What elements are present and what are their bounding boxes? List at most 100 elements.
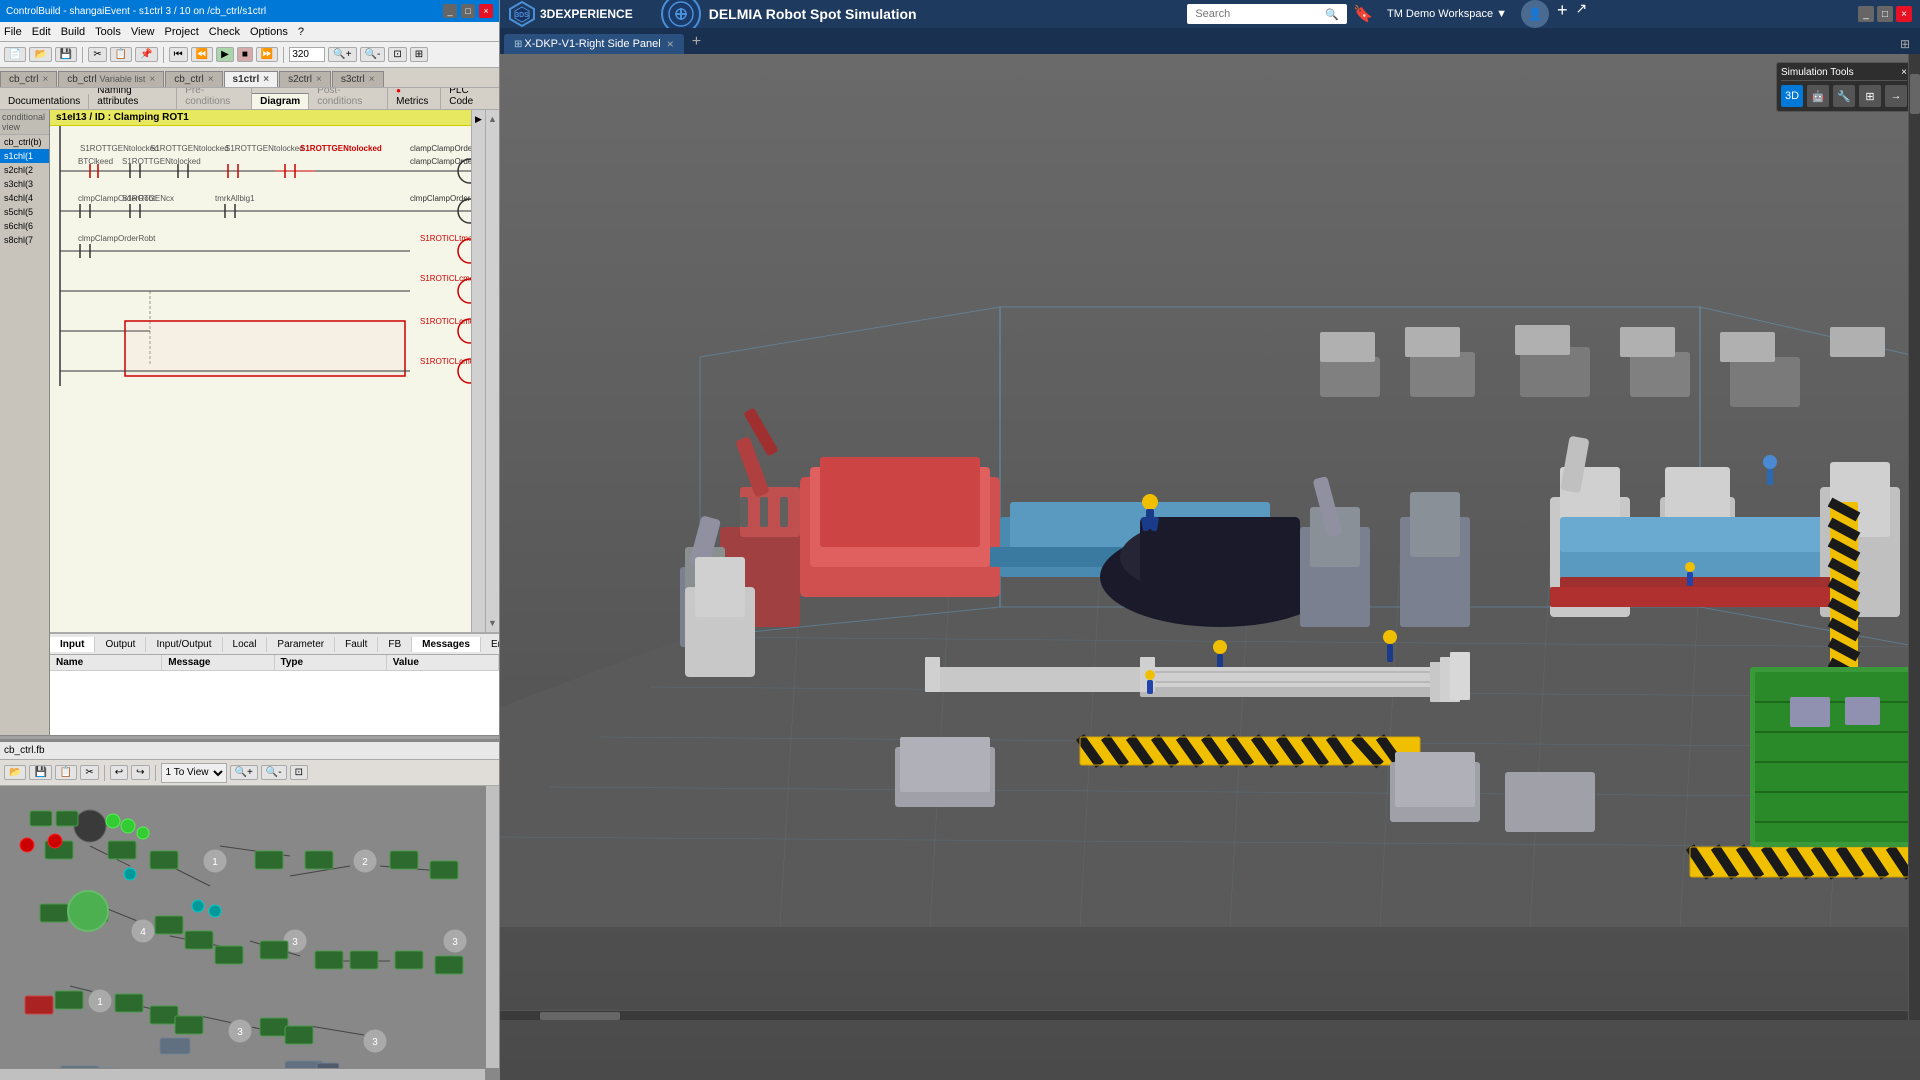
search-icon[interactable]: 🔍 [1325,8,1339,21]
menu-tools[interactable]: Tools [95,26,121,38]
sim-tools-close[interactable]: × [1901,67,1907,78]
view-select[interactable]: 1 To View 2 To View [161,763,227,783]
btb-undo[interactable]: ↩ [110,765,128,780]
sim-tool-3d[interactable]: 3D [1781,85,1803,107]
menu-options[interactable]: Options [250,26,288,38]
doctab-diagram[interactable]: Diagram [252,93,309,109]
tb-copy[interactable]: 📋 [110,47,132,62]
subtab-fb[interactable]: FB [378,637,412,652]
btb-open[interactable]: 📂 [4,765,26,780]
btb-copy[interactable]: 📋 [55,765,77,780]
maximize-button[interactable]: □ [461,4,475,18]
subtab-messages[interactable]: Messages [412,637,481,652]
dex-tab-expand-icon[interactable]: ⊞ [1894,34,1916,54]
svg-text:tmrkAllbig1: tmrkAllbig1 [215,194,255,203]
dex-add-tab[interactable]: + [684,30,709,54]
dex-close[interactable]: × [1896,6,1912,22]
col-type: Type [275,655,387,670]
bottom-scroll-v[interactable] [485,786,499,1068]
viewport-scrollbar-v[interactable] [1908,54,1920,1020]
minimize-button[interactable]: _ [443,4,457,18]
btb-fit[interactable]: ⊡ [290,765,308,780]
menu-edit[interactable]: Edit [32,26,51,38]
tb-zoomin[interactable]: 🔍+ [328,47,356,62]
doctab-metrics[interactable]: ● Metrics [388,88,441,109]
tab-s2ctrl[interactable]: s2ctrl× [279,71,331,87]
menu-project[interactable]: Project [165,26,199,38]
workspace-selector[interactable]: TM Demo Workspace ▼ [1387,8,1507,20]
doctab-documentations[interactable]: Documentations [0,94,89,109]
bottom-scroll-h[interactable] [0,1068,485,1080]
tb-cut[interactable]: ✂ [88,47,106,62]
btb-zoomin[interactable]: 🔍+ [230,765,258,780]
scroll-expand[interactable]: ▶ [471,110,485,632]
menu-check[interactable]: Check [209,26,240,38]
menu-view[interactable]: View [131,26,155,38]
btb-redo[interactable]: ↪ [131,765,149,780]
sim-tool-wrench[interactable]: 🔧 [1833,85,1855,107]
viewport-scrollbar-h[interactable] [500,1010,1908,1020]
user-icon[interactable]: 👤 [1521,0,1549,28]
subtab-parameter[interactable]: Parameter [267,637,335,652]
tb-open[interactable]: 📂 [29,47,51,62]
doctab-plccode[interactable]: PLC Code [441,88,499,109]
close-button[interactable]: × [479,4,493,18]
tree-item-s3chl[interactable]: s3chl(3 [0,177,49,191]
subtab-output[interactable]: Output [95,637,146,652]
btb-save[interactable]: 💾 [29,765,51,780]
subtab-errors[interactable]: Errors [481,637,499,652]
tab-varlist[interactable]: cb_ctrl Variable list× [58,71,164,87]
tb-begin[interactable]: ⏮ [169,47,188,62]
tb-stop[interactable]: ■ [237,47,253,62]
subtab-local[interactable]: Local [223,637,268,652]
dex-tab-close-icon[interactable]: × [667,37,674,51]
tb-zoomout[interactable]: 🔍- [360,47,386,62]
tree-item-cb-ctrlb[interactable]: cb_ctrl(b) [0,135,49,149]
tree-panel: conditional view cb_ctrl(b) s1chl(1 s2ch… [0,110,50,735]
ladder-diagram: s1eI13 / ID : Clamping ROT1 S1ROTTGENtol… [50,110,499,633]
tb-next[interactable]: ⏩ [256,47,278,62]
tb-save[interactable]: 💾 [55,47,77,62]
subtab-input[interactable]: Input [50,637,95,652]
zoom-input[interactable] [289,47,325,62]
doctab-postconditions[interactable]: Post-conditions [309,88,388,109]
tree-item-s8chl[interactable]: s8chl(7 [0,233,49,247]
tb-play[interactable]: ▶ [216,47,234,62]
search-input[interactable] [1187,4,1347,24]
tb-expand[interactable]: ⊞ [410,47,428,62]
sim-tool-arrow[interactable]: → [1885,85,1907,107]
doctab-preconditions[interactable]: Pre-conditions [177,88,252,109]
add-icon[interactable]: + [1557,0,1568,28]
dex-maximize[interactable]: □ [1877,6,1893,22]
tb-new[interactable]: 📄 [4,47,26,62]
scroll-right[interactable]: ▲ ▼ [485,110,499,632]
tb-prev[interactable]: ⏪ [191,47,213,62]
dex-main-tab[interactable]: ⊞ X-DKP-V1-Right Side Panel × [504,34,684,54]
svg-text:S1ROTTGENtolocked: S1ROTTGENtolocked [225,144,304,153]
tb-paste[interactable]: 📌 [135,47,157,62]
tab-cbctrl2[interactable]: cb_ctrl× [165,71,222,87]
btb-zoomout[interactable]: 🔍- [261,765,287,780]
dex-minimize[interactable]: _ [1858,6,1874,22]
share-icon[interactable]: ↗ [1576,0,1588,28]
tree-item-s5chl[interactable]: s5chl(5 [0,205,49,219]
sim-tool-robot[interactable]: 🤖 [1807,85,1829,107]
doctab-naming[interactable]: Naming attributes [89,88,177,109]
tree-item-s4chl[interactable]: s4chl(4 [0,191,49,205]
sim-tool-grid[interactable]: ⊞ [1859,85,1881,107]
tb-fit[interactable]: ⊡ [388,47,406,62]
tab-s3ctrl[interactable]: s3ctrl× [332,71,384,87]
tab-s1ctrl[interactable]: s1ctrl× [224,71,279,87]
menu-build[interactable]: Build [61,26,85,38]
tree-item-s1chl[interactable]: s1chl(1 [0,149,49,163]
menu-help[interactable]: ? [298,26,304,38]
messages-header: Name Message Type Value [50,655,499,671]
tree-item-s2chl[interactable]: s2chl(2 [0,163,49,177]
subtab-inputoutput[interactable]: Input/Output [146,637,222,652]
tree-item-s6chl[interactable]: s6chl(6 [0,219,49,233]
subtab-fault[interactable]: Fault [335,637,378,652]
menu-file[interactable]: File [4,26,22,38]
btb-cut[interactable]: ✂ [80,765,98,780]
tab-cbctrl1[interactable]: cb_ctrl× [0,71,57,87]
bookmark-icon[interactable]: 🔖 [1353,4,1373,24]
